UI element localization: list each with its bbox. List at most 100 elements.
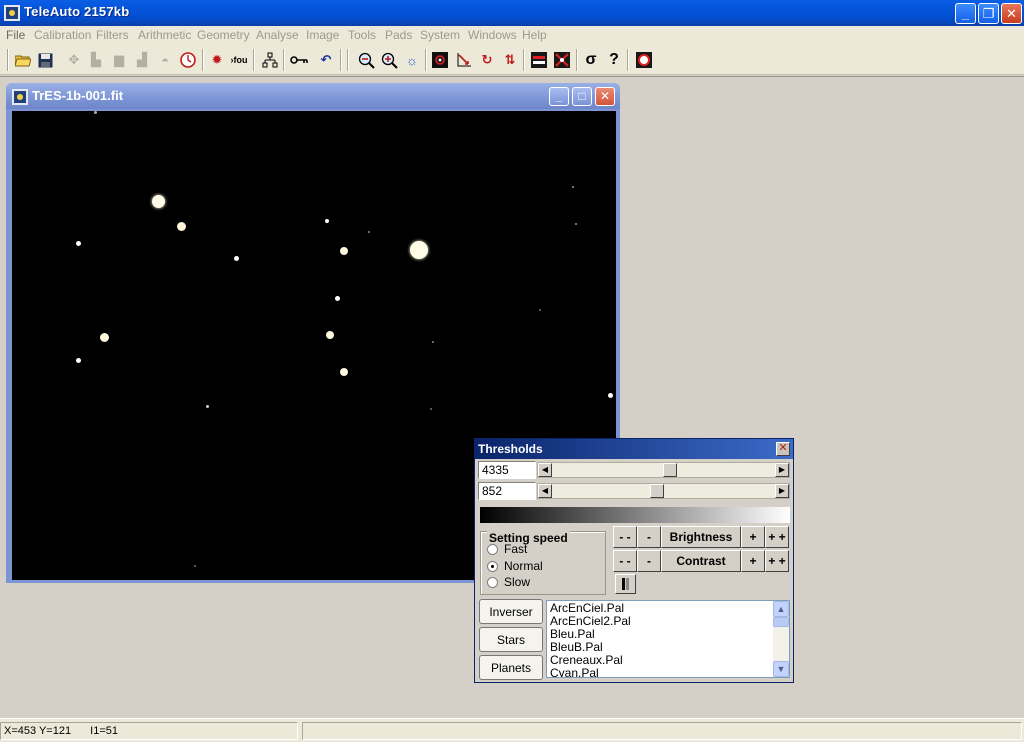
star bbox=[410, 241, 428, 259]
star bbox=[234, 256, 239, 261]
help-icon[interactable]: ? bbox=[604, 50, 624, 70]
contrast-dec1-button[interactable]: - bbox=[637, 550, 661, 572]
minimize-button[interactable]: _ bbox=[955, 3, 976, 24]
menu-image[interactable]: Image bbox=[306, 28, 339, 42]
maximize-button[interactable]: ❐ bbox=[978, 3, 999, 24]
scroll-right-arrow-icon[interactable]: ▶ bbox=[775, 463, 789, 477]
star bbox=[94, 111, 97, 114]
menu-arithmetic[interactable]: Arithmetic bbox=[138, 28, 191, 42]
flip-icon[interactable]: ⇅ bbox=[500, 50, 520, 70]
brightness-dec2-button[interactable]: - - bbox=[613, 526, 637, 548]
star bbox=[326, 331, 334, 339]
list-item[interactable]: Creneaux.Pal bbox=[550, 653, 623, 667]
image-window-close-button[interactable]: ✕ bbox=[595, 87, 615, 106]
image-window-title-bar[interactable]: TrES-1b-001.fit _ □ ✕ bbox=[6, 83, 620, 109]
main-title-bar: TeleAuto 2157kb _ ❐ ✕ bbox=[0, 0, 1024, 26]
palette-preview-button[interactable] bbox=[615, 574, 636, 594]
noise-icon[interactable] bbox=[552, 50, 572, 70]
palette-list[interactable]: ArcEnCiel.Pal ArcEnCiel2.Pal Bleu.Pal Bl… bbox=[546, 600, 790, 678]
radio-circle-selected bbox=[487, 560, 498, 572]
thresholds-title-bar[interactable]: Thresholds ✕ bbox=[475, 439, 793, 459]
open-folder-icon[interactable] bbox=[13, 50, 33, 70]
scroll-left-arrow-icon[interactable]: ◀ bbox=[538, 463, 552, 477]
sun-icon[interactable]: ☼ bbox=[402, 50, 422, 70]
speed-fast-radio[interactable]: Fast bbox=[487, 542, 527, 556]
brightness-inc1-button[interactable]: + bbox=[741, 526, 765, 548]
toolbar-separator bbox=[7, 49, 9, 71]
toolbar-separator bbox=[347, 49, 349, 71]
menu-calibration[interactable]: Calibration bbox=[34, 28, 91, 42]
menu-geometry[interactable]: Geometry bbox=[197, 28, 250, 42]
speed-slow-radio[interactable]: Slow bbox=[487, 575, 530, 589]
menu-windows[interactable]: Windows bbox=[468, 28, 517, 42]
save-icon[interactable] bbox=[35, 50, 55, 70]
status-bar: X=453 Y=121 I1=51 bbox=[0, 718, 1024, 742]
menu-file[interactable]: File bbox=[6, 28, 25, 42]
script-icon[interactable]: ›fou bbox=[229, 50, 249, 70]
image-window-maximize-button[interactable]: □ bbox=[572, 87, 592, 106]
high-threshold-thumb[interactable] bbox=[663, 463, 677, 477]
speed-normal-radio[interactable]: Normal bbox=[487, 559, 543, 573]
star bbox=[76, 358, 81, 363]
close-button[interactable]: ✕ bbox=[1001, 3, 1022, 24]
menu-filters[interactable]: Filters bbox=[96, 28, 129, 42]
target-icon[interactable] bbox=[634, 50, 654, 70]
list-item[interactable]: Cyan.Pal bbox=[550, 666, 599, 677]
contrast-dec2-button[interactable]: - - bbox=[613, 550, 637, 572]
crop-icon[interactable]: ▙ bbox=[86, 50, 106, 70]
network-icon[interactable] bbox=[260, 50, 280, 70]
toolbar: ✥ ▙ ▆ ▟ ◓ ✹ ›fou ↶ ☼ ↻ ⇅ σ ? bbox=[0, 45, 1024, 75]
high-threshold-slider[interactable]: ◀ ▶ bbox=[537, 462, 790, 478]
toolbar-separator bbox=[523, 49, 525, 71]
menu-tools[interactable]: Tools bbox=[348, 28, 376, 42]
sigma-icon[interactable]: σ bbox=[581, 50, 601, 70]
contrast-inc1-button[interactable]: + bbox=[741, 550, 765, 572]
brightness-dec1-button[interactable]: - bbox=[637, 526, 661, 548]
scroll-up-arrow-icon[interactable]: ▲ bbox=[773, 601, 789, 617]
speed-slow-label: Slow bbox=[504, 575, 531, 589]
histogram-icon[interactable] bbox=[529, 50, 549, 70]
thresholds-title: Thresholds bbox=[478, 442, 543, 456]
star-red-icon[interactable]: ✹ bbox=[207, 50, 227, 70]
list-item[interactable]: BleuB.Pal bbox=[550, 640, 603, 654]
inverser-button[interactable]: Inverser bbox=[479, 599, 543, 624]
menu-help[interactable]: Help bbox=[522, 28, 547, 42]
menu-analyse[interactable]: Analyse bbox=[256, 28, 299, 42]
align-icon[interactable]: ▟ bbox=[132, 50, 152, 70]
menu-pads[interactable]: Pads bbox=[385, 28, 412, 42]
planets-button[interactable]: Planets bbox=[479, 655, 543, 680]
low-threshold-input[interactable]: 852 bbox=[478, 482, 536, 500]
thresholds-close-button[interactable]: ✕ bbox=[776, 442, 790, 456]
image-window-minimize-button[interactable]: _ bbox=[549, 87, 569, 106]
menu-system[interactable]: System bbox=[420, 28, 460, 42]
move-icon[interactable]: ✥ bbox=[64, 50, 84, 70]
clock-icon[interactable] bbox=[178, 50, 198, 70]
stack-icon[interactable]: ▆ bbox=[109, 50, 129, 70]
star-find-icon[interactable] bbox=[430, 50, 450, 70]
undo-icon[interactable]: ↶ bbox=[316, 50, 336, 70]
setting-speed-group: Setting speed Fast Normal Slow bbox=[480, 531, 606, 595]
star bbox=[572, 186, 574, 188]
scroll-thumb[interactable] bbox=[773, 617, 789, 627]
palette-list-scrollbar[interactable]: ▲ ▼ bbox=[773, 601, 789, 677]
star bbox=[206, 405, 209, 408]
scroll-left-arrow-icon[interactable]: ◀ bbox=[538, 484, 552, 498]
rotate-icon[interactable]: ↻ bbox=[477, 50, 497, 70]
zoom-in-icon[interactable] bbox=[379, 50, 399, 70]
list-item[interactable]: Bleu.Pal bbox=[550, 627, 595, 641]
zoom-out-icon[interactable] bbox=[356, 50, 376, 70]
brightness-inc2-button[interactable]: + + bbox=[765, 526, 789, 548]
dome-icon[interactable]: ◓ bbox=[155, 50, 175, 70]
star bbox=[432, 341, 434, 343]
high-threshold-input[interactable]: 4335 bbox=[478, 461, 536, 479]
curve-icon[interactable] bbox=[454, 50, 474, 70]
key-icon[interactable] bbox=[289, 50, 309, 70]
scroll-down-arrow-icon[interactable]: ▼ bbox=[773, 661, 789, 677]
low-threshold-slider[interactable]: ◀ ▶ bbox=[537, 483, 790, 499]
list-item[interactable]: ArcEnCiel.Pal bbox=[550, 601, 624, 615]
stars-button[interactable]: Stars bbox=[479, 627, 543, 652]
contrast-inc2-button[interactable]: + + bbox=[765, 550, 789, 572]
scroll-right-arrow-icon[interactable]: ▶ bbox=[775, 484, 789, 498]
low-threshold-thumb[interactable] bbox=[650, 484, 664, 498]
list-item[interactable]: ArcEnCiel2.Pal bbox=[550, 614, 631, 628]
